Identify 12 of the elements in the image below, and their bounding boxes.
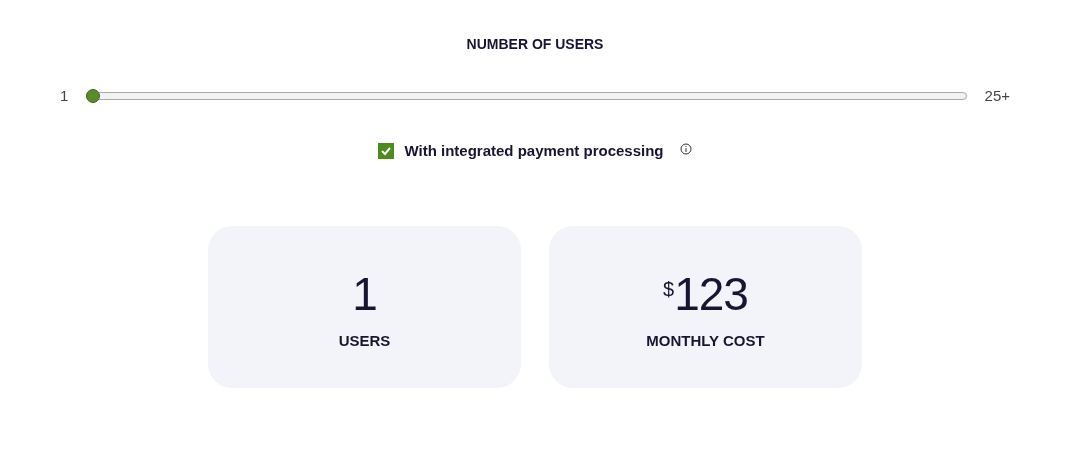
info-icon[interactable]	[679, 142, 692, 155]
slider-title: NUMBER OF USERS	[466, 35, 604, 54]
checkbox[interactable]	[378, 142, 395, 159]
max-label: 25+	[984, 86, 1010, 106]
stat-value: 123	[674, 267, 748, 322]
stat-label: USERS	[338, 331, 391, 351]
currency-symbol: $	[663, 277, 675, 300]
min-label: 1	[60, 86, 70, 106]
option-label: With integrated payment processing	[404, 140, 664, 161]
slider-thumb[interactable]	[86, 89, 100, 104]
stat-label: MONTHLY COST	[646, 331, 765, 351]
stat-value: 1	[352, 267, 377, 322]
